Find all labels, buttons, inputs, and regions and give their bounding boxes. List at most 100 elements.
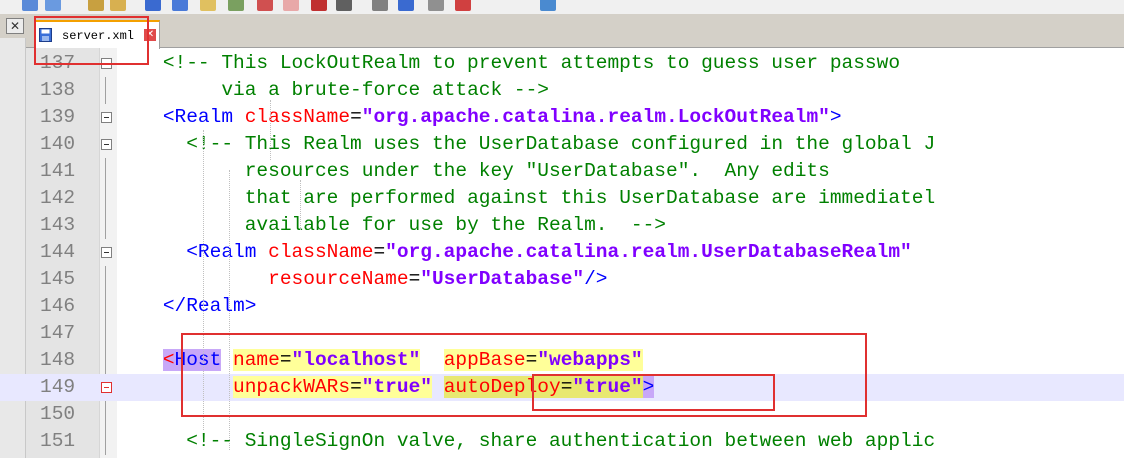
- line-number: 149: [40, 376, 76, 398]
- indent-guide: [270, 100, 271, 160]
- code-token: <!-- This LockOutRealm to prevent attemp…: [162, 52, 901, 74]
- close-all-button[interactable]: ✕: [6, 18, 24, 34]
- code-line-137[interactable]: 137 <!-- This LockOutRealm to prevent at…: [0, 50, 1124, 77]
- annotation-autodeploy-highlight: [532, 374, 775, 411]
- code-line-141[interactable]: 141 resources under the key "UserDatabas…: [0, 158, 1124, 185]
- fold-line: [105, 212, 106, 239]
- line-number: 142: [40, 187, 76, 209]
- code-token: <!-- SingleSignOn valve, share authentic…: [186, 430, 936, 452]
- code-line-151[interactable]: 151 <!-- SingleSignOn valve, share authe…: [0, 428, 1124, 455]
- code-token: =: [408, 268, 421, 290]
- wrap-icon[interactable]: [145, 0, 161, 11]
- line-number: 150: [40, 403, 76, 425]
- code-text: </Realm>: [116, 295, 257, 317]
- code-line-144[interactable]: 144 <Realm className="org.apache.catalin…: [0, 239, 1124, 266]
- fold-line: [105, 293, 106, 320]
- line-number: 139: [40, 106, 76, 128]
- code-token: resourceName: [268, 268, 409, 290]
- code-text: <!-- This LockOutRealm to prevent attemp…: [116, 52, 900, 74]
- copy-icon[interactable]: [110, 0, 126, 11]
- code-line-140[interactable]: 140 <!-- This Realm uses the UserDatabas…: [0, 131, 1124, 158]
- code-token: via a brute-force attack -->: [221, 79, 549, 101]
- code-text: <!-- This Realm uses the UserDatabase co…: [116, 133, 935, 155]
- run-icon[interactable]: [428, 0, 444, 11]
- code-text: <Realm className="org.apache.catalina.re…: [116, 106, 842, 128]
- code-token: </Realm>: [162, 295, 257, 317]
- line-number: 146: [40, 295, 76, 317]
- code-token: <Realm: [186, 241, 269, 263]
- code-token: resources under the key "UserDatabase". …: [244, 160, 830, 182]
- fold-toggle-icon[interactable]: [101, 112, 112, 123]
- fold-line: [105, 77, 106, 104]
- find-icon[interactable]: [22, 0, 38, 11]
- indent-icon[interactable]: [172, 0, 188, 11]
- code-token: that are performed against this UserData…: [244, 187, 936, 209]
- fold-line: [105, 185, 106, 212]
- code-token: <: [162, 349, 175, 371]
- code-token: available for use by the Realm. -->: [244, 214, 667, 236]
- code-text: that are performed against this UserData…: [116, 187, 935, 209]
- code-text: resources under the key "UserDatabase". …: [116, 160, 830, 182]
- save-macro-icon[interactable]: [398, 0, 414, 11]
- fold-line: [105, 347, 106, 374]
- spell-icon[interactable]: [455, 0, 471, 11]
- code-line-139[interactable]: 139 <Realm className="org.apache.catalin…: [0, 104, 1124, 131]
- cut-icon[interactable]: [88, 0, 104, 11]
- fold-toggle-icon[interactable]: [101, 139, 112, 150]
- code-text: resourceName="UserDatabase"/>: [116, 268, 608, 290]
- format-icon[interactable]: [200, 0, 216, 11]
- code-line-142[interactable]: 142 that are performed against this User…: [0, 185, 1124, 212]
- fold-line: [105, 401, 106, 428]
- code-line-143[interactable]: 143 available for use by the Realm. -->: [0, 212, 1124, 239]
- fold-line: [105, 158, 106, 185]
- play-icon[interactable]: [372, 0, 388, 11]
- monitor-icon[interactable]: [540, 0, 556, 11]
- code-token: className: [244, 106, 351, 128]
- fold-line: [105, 320, 106, 347]
- toolbar: [0, 0, 1124, 14]
- bookmark-icon[interactable]: [228, 0, 244, 11]
- line-number: 145: [40, 268, 76, 290]
- fold-toggle-icon[interactable]: [101, 247, 112, 258]
- line-number: 138: [40, 79, 76, 101]
- line-number: 151: [40, 430, 76, 452]
- code-line-145[interactable]: 145 resourceName="UserDatabase"/>: [0, 266, 1124, 293]
- image-icon[interactable]: [257, 0, 273, 11]
- code-token: <!-- This Realm uses the UserDatabase co…: [186, 133, 936, 155]
- line-number: 140: [40, 133, 76, 155]
- code-line-138[interactable]: 138 via a brute-force attack -->: [0, 77, 1124, 104]
- code-token: />: [584, 268, 608, 290]
- line-number: 144: [40, 241, 76, 263]
- annotation-tab-highlight: [34, 16, 149, 65]
- code-token: "org.apache.catalina.realm.UserDatabaseR…: [385, 241, 912, 263]
- stop-icon[interactable]: [336, 0, 352, 11]
- code-token: "org.apache.catalina.realm.LockOutRealm": [361, 106, 830, 128]
- code-token: >: [829, 106, 842, 128]
- fold-toggle-icon[interactable]: [101, 382, 112, 393]
- code-token: =: [350, 106, 362, 128]
- code-token: "UserDatabase": [420, 268, 585, 290]
- fold-line: [105, 428, 106, 455]
- indent-guide: [300, 180, 301, 230]
- code-token: <Realm: [162, 106, 245, 128]
- code-text: <!-- SingleSignOn valve, share authentic…: [116, 430, 935, 452]
- replace-icon[interactable]: [45, 0, 61, 11]
- code-line-146[interactable]: 146 </Realm>: [0, 293, 1124, 320]
- code-text: available for use by the Realm. -->: [116, 214, 666, 236]
- line-number: 147: [40, 322, 76, 344]
- macro-icon[interactable]: [283, 0, 299, 11]
- record-icon[interactable]: [311, 0, 327, 11]
- code-token: className: [268, 241, 374, 263]
- line-number: 141: [40, 160, 76, 182]
- code-token: =: [373, 241, 386, 263]
